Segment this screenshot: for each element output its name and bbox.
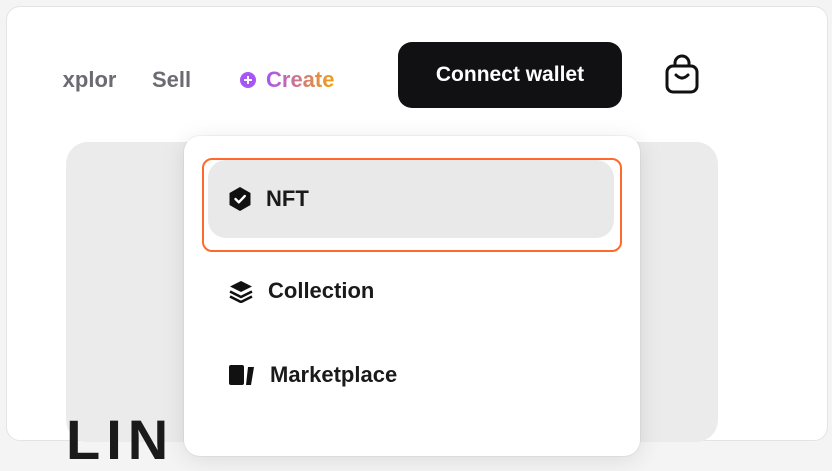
nav-sell-link[interactable]: Sell [152, 66, 191, 94]
menu-item-label: NFT [266, 186, 309, 211]
nav-create-label: Create [266, 67, 335, 92]
shopping-bag-icon[interactable] [662, 54, 702, 96]
create-dropdown-menu: NFT Collection Marketplace [184, 136, 640, 456]
menu-item-label: Collection [268, 278, 375, 303]
nav-explore-label: Explore [62, 67, 116, 92]
storefront-icon [228, 363, 256, 387]
connect-wallet-button[interactable]: Connect wallet [398, 42, 622, 108]
menu-item-label: Marketplace [270, 362, 398, 387]
menu-item-collection[interactable]: Collection [208, 252, 614, 330]
nft-hexagon-icon [228, 186, 252, 212]
menu-item-marketplace[interactable]: Marketplace [208, 336, 614, 414]
nav-explore-link[interactable]: Explore [62, 66, 116, 94]
layers-icon [228, 279, 254, 303]
plus-circle-icon [240, 72, 256, 88]
hero-heading: LIN [66, 408, 175, 471]
nav-create-link[interactable]: Create [240, 66, 334, 94]
menu-item-nft[interactable]: NFT [208, 160, 614, 238]
